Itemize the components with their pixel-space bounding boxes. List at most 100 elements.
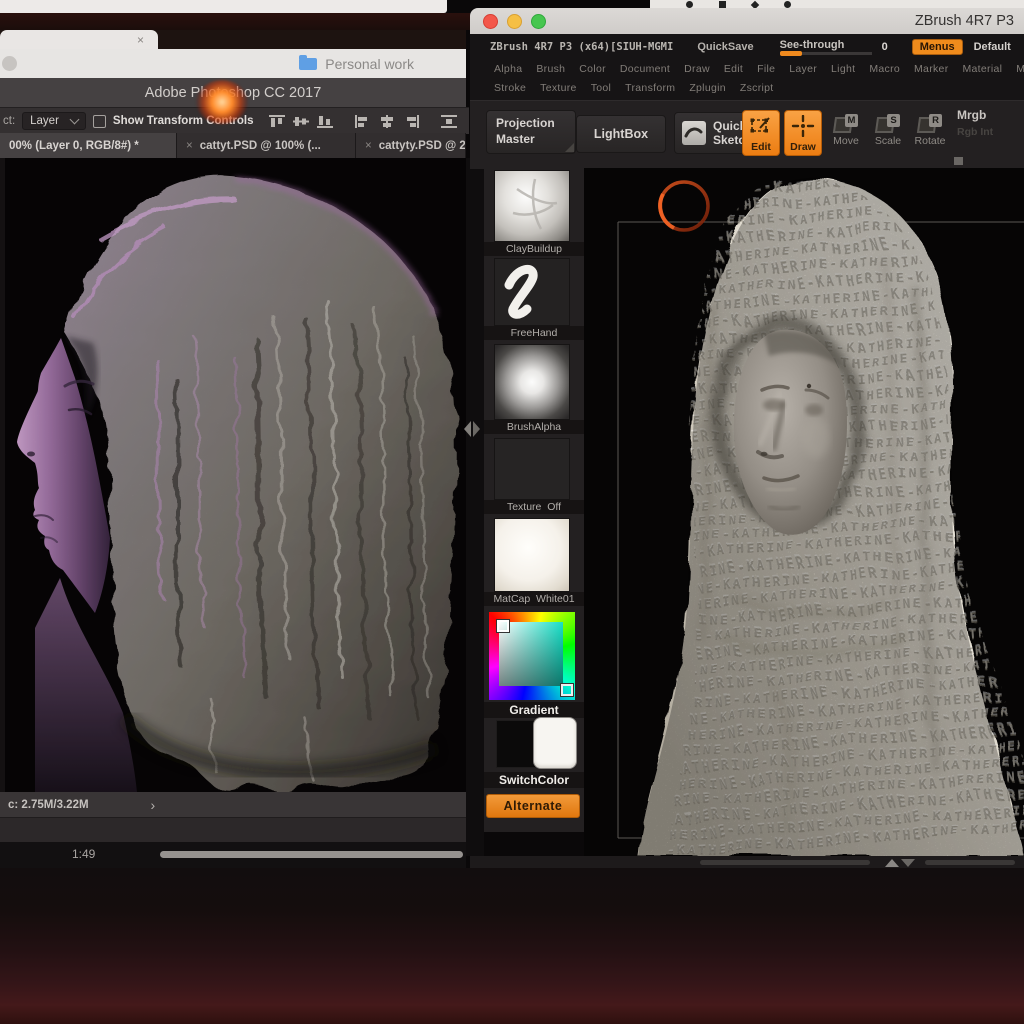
menu-item-color[interactable]: Color: [579, 63, 606, 75]
bottom-strip: 1:49: [0, 842, 466, 868]
tab-close-icon[interactable]: ×: [137, 33, 144, 47]
scale-button[interactable]: S Scale: [868, 114, 908, 147]
see-through-value: 0: [882, 41, 888, 53]
horizontal-scrollbar-thumb[interactable]: [160, 851, 463, 858]
bookmark-personal-work[interactable]: Personal work: [299, 56, 414, 72]
document-tab-active[interactable]: 00% (Layer 0, RGB/8#) *: [0, 133, 177, 158]
tray-collapse-handle[interactable]: [463, 418, 481, 440]
lightbox-button[interactable]: LightBox: [576, 115, 666, 153]
menu-item-document[interactable]: Document: [620, 63, 670, 75]
menu-item-draw[interactable]: Draw: [684, 63, 710, 75]
menu-item-stroke[interactable]: Stroke: [494, 82, 526, 94]
menu-item-light[interactable]: Light: [831, 63, 855, 75]
close-icon[interactable]: [483, 14, 498, 29]
move-button[interactable]: M Move: [826, 114, 866, 147]
chevron-down-icon: [69, 115, 79, 125]
browser-tab[interactable]: ×: [0, 30, 158, 49]
default-menu-label[interactable]: Default: [974, 41, 1011, 53]
projection-master-button[interactable]: Projection Master: [486, 110, 576, 154]
menu-item-material[interactable]: Material: [963, 63, 1003, 75]
stroke-thumbnail[interactable]: [494, 258, 570, 326]
tab-close-icon[interactable]: ×: [186, 140, 193, 152]
tab-close-icon[interactable]: ×: [365, 140, 372, 152]
zbrush-canvas[interactable]: ERINE-KATHERINE-KATHERINE-KATHERINE-KATH…: [584, 168, 1024, 856]
color-selector[interactable]: [497, 620, 509, 632]
scale-gizmo-icon: S: [876, 114, 900, 133]
menu-item-brush[interactable]: Brush: [536, 63, 565, 75]
move-gizmo-icon: M: [834, 114, 858, 133]
primary-color-swatch[interactable]: [534, 718, 576, 768]
menu-item-tool[interactable]: Tool: [591, 82, 611, 94]
divider-bar: [925, 860, 1015, 865]
align-vertical-center-icon[interactable]: [293, 115, 309, 128]
zbrush-menu-bar: Alpha Brush Color Document Draw Edit File Layer…: [470, 59, 1024, 100]
align-horizontal-center-icon[interactable]: [379, 115, 395, 128]
color-selector[interactable]: [561, 684, 573, 696]
align-icons-group: [269, 115, 457, 128]
menu-item-layer[interactable]: Layer: [789, 63, 817, 75]
browser-tab-row: ×: [0, 30, 466, 49]
nav-button[interactable]: [2, 56, 17, 71]
transform-rect-icon: [749, 115, 773, 137]
color-picker[interactable]: [489, 612, 575, 700]
switchcolor-button[interactable]: SwitchColor: [484, 772, 584, 788]
document-tab[interactable]: × cattyt.PSD @ 100% (...: [177, 133, 356, 158]
photoshop-options-bar: ct: Layer Show Transform Controls: [0, 107, 469, 134]
alpha-thumbnail[interactable]: [494, 344, 570, 420]
photo-of-dual-app-screen: × Personal work Adobe Photoshop CC 2017 …: [0, 0, 1024, 1024]
menu-item-marker[interactable]: Marker: [914, 63, 948, 75]
zoom-icon[interactable]: [531, 14, 546, 29]
photoshop-canvas[interactable]: [0, 158, 471, 792]
align-top-icon[interactable]: [269, 115, 285, 128]
menu-item-mov[interactable]: Mov: [1016, 63, 1024, 75]
menu-item-alpha[interactable]: Alpha: [494, 63, 522, 75]
tray-open-arrow-icon[interactable]: [885, 859, 899, 867]
see-through-label: See-through: [780, 39, 845, 51]
menu-item-file[interactable]: File: [757, 63, 775, 75]
menu-item-edit[interactable]: Edit: [724, 63, 743, 75]
document-tab[interactable]: × cattyty.PSD @ 200%: [356, 133, 466, 158]
divider-bar: [700, 860, 870, 865]
cheek-mole: [807, 384, 811, 388]
status-chevron-icon[interactable]: ›: [151, 797, 156, 813]
menu-item-macro[interactable]: Macro: [869, 63, 900, 75]
align-left-icon[interactable]: [355, 115, 371, 128]
menu-item-zplugin[interactable]: Zplugin: [689, 82, 726, 94]
tab-label: cattyt.PSD @ 100% (...: [200, 140, 321, 152]
tray-close-arrow-icon[interactable]: [901, 859, 915, 867]
draw-button[interactable]: Draw: [784, 110, 822, 156]
folder-icon: [299, 58, 317, 70]
minimize-icon[interactable]: [507, 14, 522, 29]
align-right-icon[interactable]: [403, 115, 419, 128]
zbrush-title-bar: ZBrush 4R7 P3: [470, 8, 1024, 34]
matcap-thumbnail[interactable]: [494, 518, 570, 592]
menu-item-zscript[interactable]: Zscript: [740, 82, 774, 94]
rotate-button[interactable]: R Rotate: [910, 114, 950, 147]
slider-handle[interactable]: [954, 157, 963, 165]
zbrush-window-title: ZBrush 4R7 P3: [915, 13, 1014, 29]
slider-track[interactable]: [780, 52, 872, 55]
matcap-name-label: MatCap White01: [484, 592, 584, 606]
texture-thumbnail[interactable]: [494, 438, 570, 500]
zbrush-menu-row-1: Alpha Brush Color Document Draw Edit File Layer…: [494, 59, 1024, 78]
menu-item-transform[interactable]: Transform: [625, 82, 675, 94]
edit-button[interactable]: Edit: [742, 110, 780, 156]
brush-thumbnail[interactable]: [494, 170, 570, 242]
bookmarks-bar: Personal work: [0, 49, 466, 78]
mrgb-button[interactable]: Mrgb: [957, 108, 986, 122]
layer-dropdown[interactable]: Layer: [22, 112, 86, 130]
menus-button[interactable]: Menus: [912, 39, 963, 55]
gradient-label[interactable]: Gradient: [484, 702, 584, 718]
alternate-button[interactable]: Alternate: [486, 794, 580, 818]
distribute-icon[interactable]: [441, 115, 457, 128]
secondary-color-swatch[interactable]: [496, 720, 538, 768]
show-transform-checkbox[interactable]: [93, 115, 106, 128]
quicksave-button[interactable]: QuickSave: [697, 41, 753, 53]
rotate-gizmo-icon: R: [918, 114, 942, 133]
menu-item-texture[interactable]: Texture: [540, 82, 577, 94]
scale-label: Scale: [875, 135, 901, 147]
align-bottom-icon[interactable]: [317, 115, 333, 128]
see-through-slider[interactable]: See-through: [780, 39, 872, 55]
tab-label: 00% (Layer 0, RGB/8#) *: [9, 140, 139, 152]
scrollbar-track[interactable]: [0, 817, 466, 843]
